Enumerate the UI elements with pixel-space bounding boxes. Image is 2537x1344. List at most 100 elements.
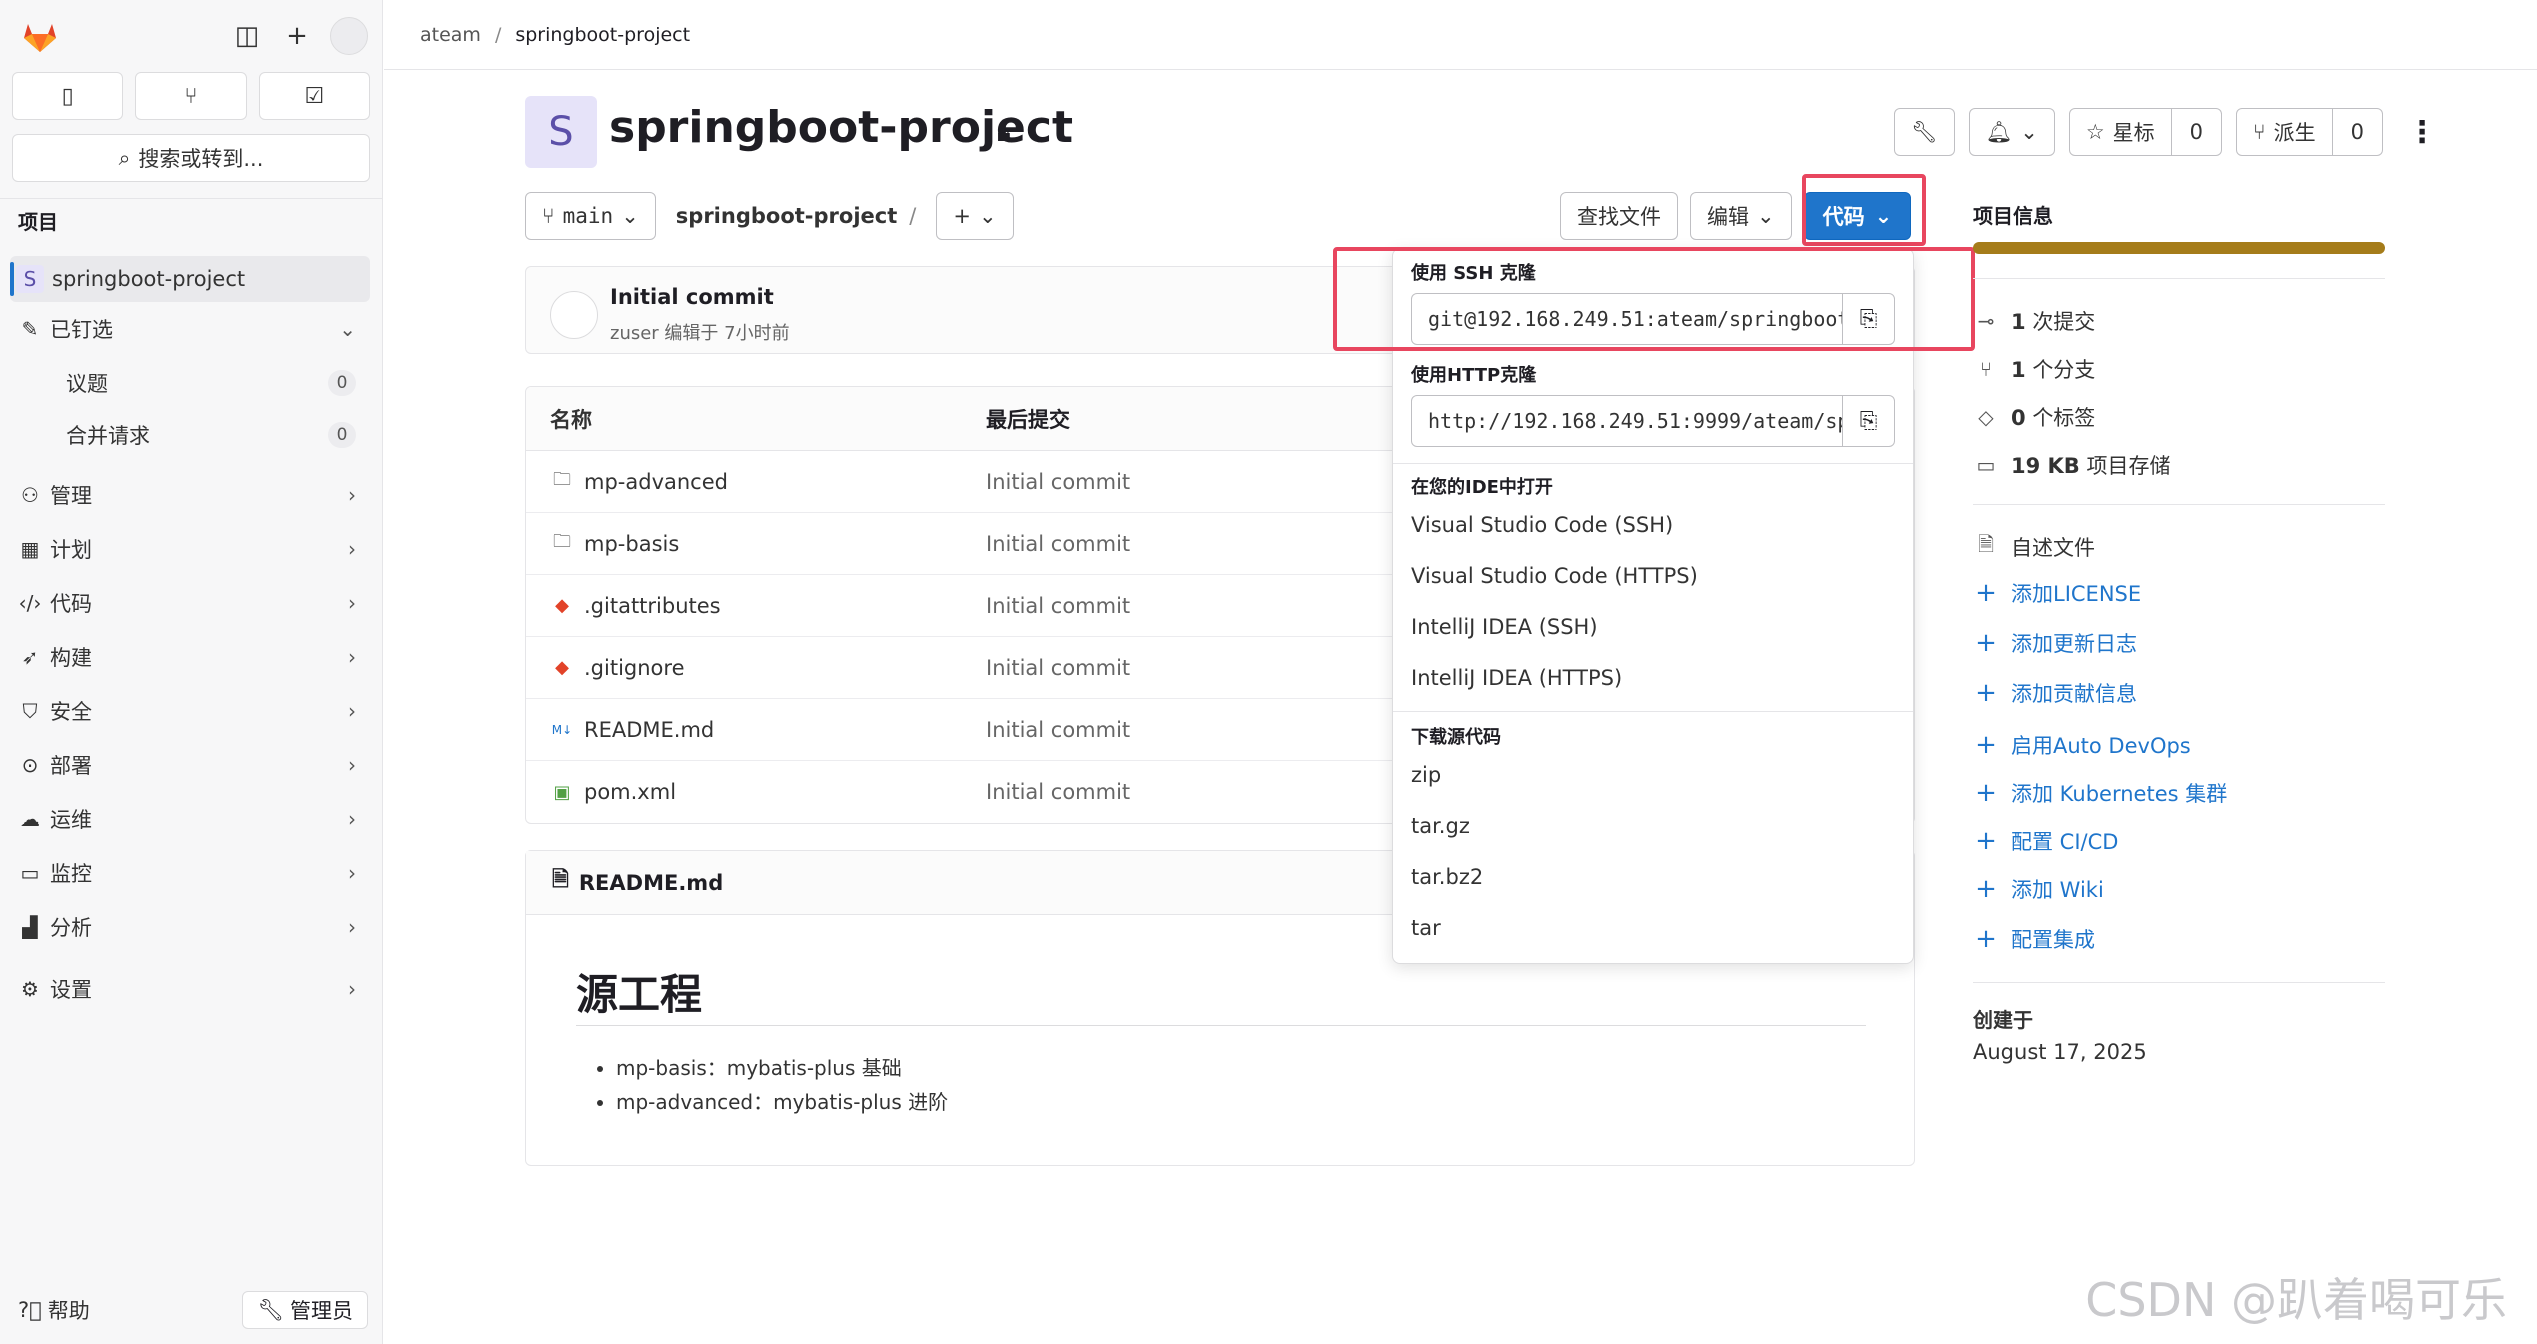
- http-clone-field[interactable]: http://192.168.249.51:9999/ateam/springb…: [1411, 395, 1895, 447]
- fork-button[interactable]: ⑂ 派生: [2236, 108, 2333, 156]
- file-last-commit[interactable]: Initial commit: [986, 718, 1130, 742]
- add-contributing-link[interactable]: + 添加贡献信息: [1973, 678, 2137, 708]
- create-new-icon[interactable]: +: [280, 19, 314, 53]
- enable-auto-devops-link[interactable]: + 启用Auto DevOps: [1973, 730, 2191, 760]
- sidebar-item-plan[interactable]: ▦ 计划 ›: [10, 526, 370, 572]
- sidebar-item-analyze[interactable]: ▟ 分析 ›: [10, 904, 370, 950]
- dropdown-divider: [1393, 711, 1913, 712]
- help-button[interactable]: ?⃝ 帮助: [18, 1295, 90, 1325]
- plus-icon: +: [953, 204, 971, 228]
- fork-count[interactable]: 0: [2332, 108, 2383, 156]
- file-name[interactable]: mp-advanced: [584, 470, 728, 494]
- admin-button[interactable]: 🔧︎ 管理员: [242, 1291, 368, 1329]
- download-zip[interactable]: zip: [1411, 763, 1441, 787]
- created-label: 创建于: [1973, 1008, 2033, 1032]
- download-tar-gz[interactable]: tar.gz: [1411, 814, 1470, 838]
- todos-shortcut-button[interactable]: ☑: [258, 72, 370, 120]
- breadcrumb-separator: /: [494, 23, 502, 46]
- link-label: 添加贡献信息: [2011, 682, 2137, 706]
- commit-title[interactable]: Initial commit: [610, 285, 774, 309]
- file-last-commit[interactable]: Initial commit: [986, 470, 1130, 494]
- sidebar-item-code[interactable]: ‹/› 代码 ›: [10, 580, 370, 626]
- created-date: August 17, 2025: [1973, 1040, 2147, 1064]
- ide-intellij-ssh[interactable]: IntelliJ IDEA (SSH): [1411, 615, 1598, 639]
- storage-link[interactable]: ▭ 19 KB 项目存储: [1973, 450, 2171, 480]
- plus-icon: +: [1975, 730, 1997, 760]
- star-button[interactable]: ☆ 星标: [2068, 108, 2172, 156]
- ide-vscode-https[interactable]: Visual Studio Code (HTTPS): [1411, 564, 1698, 588]
- edit-button[interactable]: 编辑 ⌄: [1690, 192, 1792, 240]
- sidebar-item-label: 安全: [50, 700, 92, 724]
- sidebar-item-issues[interactable]: 议题 0: [10, 360, 370, 406]
- sidebar-bottom: ?⃝ 帮助 🔧︎ 管理员: [18, 1290, 368, 1330]
- file-name[interactable]: mp-basis: [584, 532, 679, 556]
- find-file-button[interactable]: 查找文件: [1560, 192, 1678, 240]
- breadcrumb-group[interactable]: ateam: [420, 24, 481, 46]
- readme-heading: 源工程: [576, 970, 703, 1019]
- sidebar-toggle-icon[interactable]: ◫: [230, 19, 264, 53]
- repo-path[interactable]: springboot-project: [676, 204, 897, 228]
- issues-shortcut-button[interactable]: ▯: [12, 72, 124, 120]
- sidebar-item-deploy[interactable]: ⊙ 部署 ›: [10, 742, 370, 788]
- file-name[interactable]: .gitignore: [584, 656, 685, 680]
- add-changelog-link[interactable]: + 添加更新日志: [1973, 628, 2137, 658]
- sidebar-item-settings[interactable]: ⚙ 设置 ›: [10, 966, 370, 1012]
- sidebar-item-merge-requests[interactable]: 合并请求 0: [10, 412, 370, 458]
- download-tar-bz2[interactable]: tar.bz2: [1411, 865, 1483, 889]
- tags-link[interactable]: ◇ 0 个标签: [1973, 402, 2095, 432]
- file-icon: 🗎︎: [552, 867, 569, 891]
- branches-link[interactable]: ⑂ 1 个分支: [1973, 354, 2095, 384]
- file-name[interactable]: README.md: [584, 718, 714, 742]
- lock-icon: 🔒︎: [997, 118, 1011, 148]
- plus-icon: +: [1975, 924, 1997, 954]
- project-settings-button[interactable]: 🔧︎: [1893, 108, 1955, 156]
- chevron-right-icon: ›: [348, 977, 356, 1001]
- add-to-tree-button[interactable]: + ⌄: [936, 192, 1014, 240]
- add-wiki-link[interactable]: + 添加 Wiki: [1973, 874, 2104, 904]
- branch-selector[interactable]: ⑂ main ⌄: [525, 192, 656, 240]
- copy-icon[interactable]: ⎘: [1842, 396, 1894, 446]
- readme-filename[interactable]: README.md: [579, 871, 723, 895]
- sidebar-item-label: 合并请求: [66, 424, 150, 448]
- configure-integrations-link[interactable]: + 配置集成: [1973, 924, 2095, 954]
- sidebar-item-security[interactable]: ⛉ 安全 ›: [10, 688, 370, 734]
- readme-link[interactable]: 🗎︎ 自述文件: [1973, 530, 2095, 564]
- ide-vscode-ssh[interactable]: Visual Studio Code (SSH): [1411, 513, 1673, 537]
- http-clone-url[interactable]: http://192.168.249.51:9999/ateam/springb…: [1412, 409, 1842, 433]
- repository-nav: ⑂ main ⌄ springboot-project / + ⌄: [525, 192, 1014, 240]
- file-name[interactable]: pom.xml: [584, 780, 676, 804]
- star-icon: ☆: [2085, 120, 2105, 144]
- panel-divider: [1973, 982, 2385, 983]
- file-last-commit[interactable]: Initial commit: [986, 656, 1130, 680]
- ide-intellij-https[interactable]: IntelliJ IDEA (HTTPS): [1411, 666, 1622, 690]
- sidebar-item-pinned[interactable]: ✎ 已钉选 ⌄: [10, 306, 370, 352]
- sidebar-item-operate[interactable]: ☁ 运维 ›: [10, 796, 370, 842]
- user-avatar[interactable]: [330, 17, 368, 55]
- notification-button[interactable]: 🔔︎ ⌄: [1968, 108, 2055, 156]
- search-button[interactable]: ⌕ 搜索或转到...: [12, 134, 370, 182]
- commit-author-avatar[interactable]: [550, 291, 598, 339]
- sidebar-item-project[interactable]: S springboot-project: [10, 256, 370, 302]
- configure-cicd-link[interactable]: + 配置 CI/CD: [1973, 826, 2118, 856]
- commits-link[interactable]: ⊸ 1 次提交: [1973, 306, 2096, 336]
- panel-divider: [1973, 504, 2385, 505]
- sidebar-item-manage[interactable]: ⚇ 管理 ›: [10, 472, 370, 518]
- file-last-commit[interactable]: Initial commit: [986, 532, 1130, 556]
- chevron-right-icon: ›: [348, 483, 356, 507]
- add-kubernetes-link[interactable]: + 添加 Kubernetes 集群: [1973, 778, 2227, 808]
- download-tar[interactable]: tar: [1411, 916, 1441, 940]
- breadcrumb-project[interactable]: springboot-project: [515, 24, 690, 46]
- sidebar-item-build[interactable]: ➶ 构建 ›: [10, 634, 370, 680]
- gitlab-logo-icon[interactable]: [20, 16, 60, 56]
- file-name[interactable]: .gitattributes: [584, 594, 721, 618]
- add-license-link[interactable]: + 添加LICENSE: [1973, 578, 2141, 608]
- sidebar-item-monitor[interactable]: ▭ 监控 ›: [10, 850, 370, 896]
- shield-icon: ⛉: [22, 699, 38, 723]
- file-last-commit[interactable]: Initial commit: [986, 780, 1130, 804]
- pin-icon: ✎: [21, 317, 39, 341]
- tags-label: 个标签: [2032, 406, 2096, 430]
- more-actions-icon[interactable]: ⋮: [2397, 115, 2447, 150]
- star-count[interactable]: 0: [2171, 108, 2223, 156]
- merge-requests-shortcut-button[interactable]: ⑂: [135, 72, 247, 120]
- file-last-commit[interactable]: Initial commit: [986, 594, 1130, 618]
